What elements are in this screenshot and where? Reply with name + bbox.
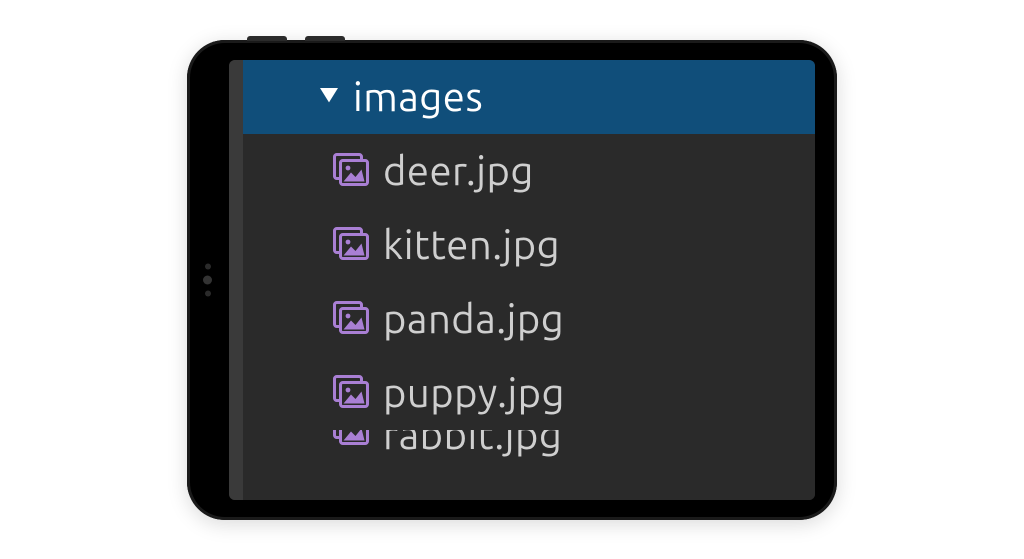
tablet-device-frame: images deer.jpg bbox=[187, 40, 837, 520]
explorer-gutter bbox=[229, 60, 243, 500]
tablet-physical-buttons bbox=[247, 36, 345, 41]
file-row[interactable]: panda.jpg bbox=[243, 282, 815, 356]
file-row[interactable]: deer.jpg bbox=[243, 134, 815, 208]
file-label: deer.jpg bbox=[383, 148, 534, 193]
file-label: rabbit.jpg bbox=[383, 430, 562, 457]
image-file-icon bbox=[333, 227, 369, 263]
file-row[interactable]: kitten.jpg bbox=[243, 208, 815, 282]
image-file-icon bbox=[333, 301, 369, 337]
tablet-camera bbox=[203, 263, 212, 296]
file-label: puppy.jpg bbox=[383, 370, 565, 415]
file-row[interactable]: puppy.jpg bbox=[243, 356, 815, 430]
image-file-icon bbox=[333, 153, 369, 189]
image-file-icon bbox=[333, 375, 369, 411]
file-row[interactable]: rabbit.jpg bbox=[243, 430, 815, 470]
screen: images deer.jpg bbox=[229, 60, 815, 500]
file-explorer-tree: images deer.jpg bbox=[243, 60, 815, 500]
chevron-down-icon bbox=[319, 87, 339, 107]
folder-label: images bbox=[353, 74, 483, 119]
file-label: panda.jpg bbox=[383, 296, 564, 341]
folder-row-images[interactable]: images bbox=[243, 60, 815, 134]
file-label: kitten.jpg bbox=[383, 222, 560, 267]
image-file-icon bbox=[333, 430, 369, 448]
